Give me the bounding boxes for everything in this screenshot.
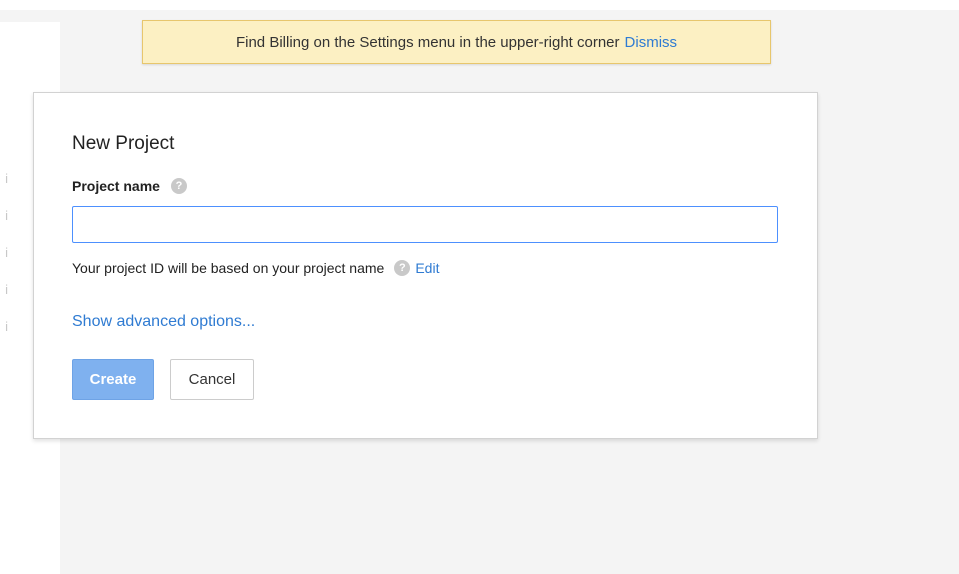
cancel-button[interactable]: Cancel: [170, 359, 254, 400]
dismiss-link[interactable]: Dismiss: [625, 34, 678, 51]
help-icon[interactable]: ?: [394, 260, 411, 276]
project-name-label-row: Project name ?: [72, 178, 187, 194]
project-id-note-row: Your project ID will be based on your pr…: [72, 260, 439, 276]
help-icon[interactable]: ?: [170, 178, 187, 194]
create-button[interactable]: Create: [72, 359, 154, 400]
show-advanced-options-link[interactable]: Show advanced options...: [72, 313, 255, 331]
dialog-title: New Project: [72, 133, 175, 154]
project-id-note: Your project ID will be based on your pr…: [72, 260, 385, 276]
edit-project-id-link[interactable]: Edit: [415, 260, 439, 276]
project-name-label: Project name: [72, 178, 160, 194]
project-name-input[interactable]: [72, 206, 778, 243]
new-project-dialog: New Project Project name ? Your project …: [33, 92, 818, 439]
banner-message: Find Billing on the Settings menu in the…: [235, 33, 620, 51]
top-strip: [0, 0, 959, 10]
dialog-actions: Create Cancel: [72, 359, 254, 400]
billing-notice-banner: Find Billing on the Settings menu in the…: [142, 20, 771, 64]
